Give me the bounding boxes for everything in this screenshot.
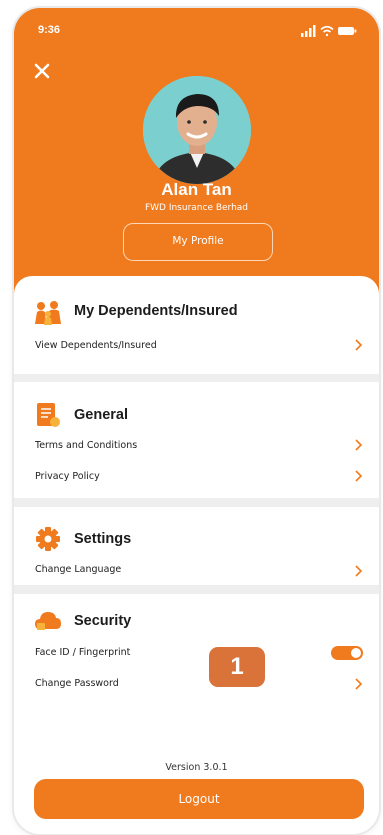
- settings-section: Settings Change Language: [14, 507, 379, 585]
- chevron-right-icon[interactable]: [354, 677, 363, 691]
- status-bar: 9:36: [38, 24, 357, 40]
- my-profile-button[interactable]: My Profile: [123, 223, 273, 261]
- company-name: FWD Insurance Berhad: [144, 203, 249, 213]
- face-id-toggle[interactable]: [331, 646, 363, 660]
- avatar-portrait-icon: [143, 76, 251, 184]
- dependents-title: My Dependents/Insured: [74, 303, 238, 319]
- family-icon: [35, 301, 61, 325]
- close-icon[interactable]: [32, 61, 52, 81]
- signal-icon: [301, 25, 316, 37]
- avatar: [143, 76, 251, 184]
- phone-screen: 9:36 Alan Tan FWD Insurance Berhad My Pr…: [14, 8, 379, 834]
- app-version: Version 3.0.1: [165, 762, 228, 773]
- general-title: General: [74, 407, 128, 423]
- terms-item[interactable]: Terms and Conditions: [35, 440, 137, 451]
- battery-icon: [338, 27, 357, 35]
- change-password-item[interactable]: Change Password: [35, 678, 119, 689]
- callout-badge: 1: [209, 647, 265, 687]
- toggle-knob: [351, 648, 361, 658]
- general-section: General Terms and Conditions Privacy Pol…: [14, 382, 379, 498]
- change-language-item[interactable]: Change Language: [35, 564, 121, 575]
- chevron-right-icon[interactable]: [354, 438, 363, 452]
- wifi-icon: [320, 25, 334, 37]
- document-icon: [37, 403, 60, 427]
- cloud-lock-icon: [35, 612, 61, 630]
- dependents-section: My Dependents/Insured View Dependents/In…: [14, 276, 379, 374]
- settings-title: Settings: [74, 531, 132, 547]
- profile-header: 9:36 Alan Tan FWD Insurance Berhad My Pr…: [14, 8, 379, 308]
- status-time: 9:36: [38, 24, 61, 36]
- logout-button[interactable]: Logout: [34, 779, 364, 819]
- chevron-right-icon[interactable]: [354, 338, 363, 352]
- chevron-right-icon[interactable]: [354, 469, 363, 483]
- view-dependents-item[interactable]: View Dependents/Insured: [35, 340, 157, 351]
- security-title: Security: [74, 613, 132, 629]
- user-name: Alan Tan: [161, 180, 232, 199]
- privacy-policy-item[interactable]: Privacy Policy: [35, 471, 100, 482]
- gear-icon: [36, 527, 60, 551]
- status-icons: [301, 25, 357, 37]
- chevron-right-icon[interactable]: [354, 564, 363, 578]
- face-id-item: Face ID / Fingerprint: [35, 647, 131, 658]
